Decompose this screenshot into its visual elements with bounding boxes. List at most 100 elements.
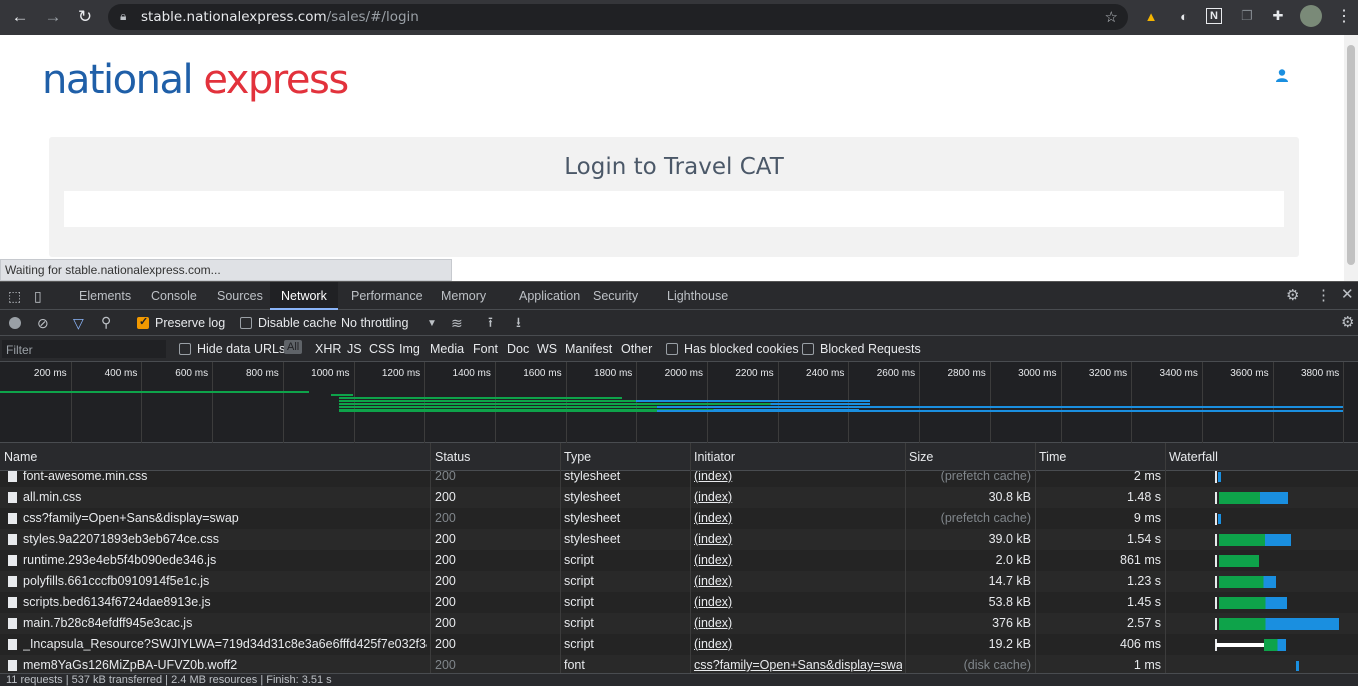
profile-avatar[interactable] — [1300, 5, 1322, 27]
inspect-element-icon[interactable]: ⬚ — [8, 289, 21, 303]
table-row[interactable]: styles.9a22071893eb3eb674ce.css 200 styles… — [0, 529, 1358, 550]
request-initiator[interactable]: (index) — [694, 616, 902, 630]
tab-console[interactable]: Console — [140, 282, 208, 310]
filter-all-button[interactable]: All — [284, 340, 303, 354]
waterfall-bar[interactable] — [1219, 555, 1260, 567]
blocked-requests-checkbox[interactable] — [802, 343, 814, 355]
page-scrollbar[interactable] — [1344, 35, 1358, 281]
request-name[interactable]: font-awesome.min.css — [23, 471, 427, 483]
throttling-select[interactable]: No throttling — [341, 316, 408, 330]
national-express-logo[interactable]: national express — [42, 55, 349, 105]
column-header-status[interactable]: Status — [435, 450, 470, 464]
network-conditions-icon[interactable]: ≋ — [451, 316, 463, 330]
filter-type-media[interactable]: Media — [430, 342, 464, 356]
table-row[interactable]: css?family=Open+Sans&display=swap 200 styl… — [0, 508, 1358, 529]
forward-icon[interactable]: → — [38, 2, 68, 32]
chevron-down-icon[interactable]: ▼ — [427, 317, 437, 331]
copy-extension-icon[interactable]: ❐ — [1237, 6, 1257, 26]
request-initiator[interactable]: (index) — [694, 490, 902, 504]
clear-icon[interactable]: ⊘ — [37, 316, 49, 330]
request-name[interactable]: scripts.bed6134f6724dae8913e.js — [23, 595, 427, 609]
request-initiator[interactable]: (index) — [694, 532, 902, 546]
filter-type-css[interactable]: CSS — [369, 342, 395, 356]
filter-type-other[interactable]: Other — [621, 342, 652, 356]
table-row[interactable]: _Incapsula_Resource?SWJIYLWA=719d34d31c8… — [0, 634, 1358, 655]
column-header-waterfall[interactable]: Waterfall — [1169, 450, 1218, 464]
column-divider[interactable] — [560, 443, 561, 673]
bookmark-star-icon[interactable]: ☆ — [1105, 8, 1118, 26]
import-har-icon[interactable]: ⭱ — [488, 315, 493, 329]
request-name[interactable]: runtime.293e4eb5f4b090ede346.js — [23, 553, 427, 567]
filter-input[interactable]: Filter — [2, 340, 166, 358]
tab-memory[interactable]: Memory — [430, 282, 497, 310]
filter-type-manifest[interactable]: Manifest — [565, 342, 612, 356]
chrome-menu-icon[interactable]: ⋮ — [1334, 6, 1354, 26]
filter-type-font[interactable]: Font — [473, 342, 498, 356]
notion-extension-icon[interactable]: N — [1206, 8, 1222, 24]
column-divider[interactable] — [690, 443, 691, 673]
table-row[interactable]: font-awesome.min.css 200 stylesheet (index)… — [0, 471, 1358, 487]
waterfall-bar[interactable] — [1219, 576, 1277, 588]
extensions-puzzle-icon[interactable]: ✚ — [1268, 6, 1288, 26]
request-name[interactable]: polyfills.661cccfb0910914f5e1c.js — [23, 574, 427, 588]
more-menu-icon[interactable]: ⋮ — [1316, 288, 1331, 303]
filter-type-img[interactable]: Img — [399, 342, 420, 356]
request-initiator[interactable]: (index) — [694, 471, 902, 483]
request-name[interactable]: css?family=Open+Sans&display=swap — [23, 511, 427, 525]
request-initiator[interactable]: css?family=Open+Sans&display=swap — [694, 658, 902, 672]
filter-type-xhr[interactable]: XHR — [315, 342, 341, 356]
back-icon[interactable]: ← — [5, 2, 35, 32]
column-header-time[interactable]: Time — [1039, 450, 1066, 464]
request-initiator[interactable]: (index) — [694, 574, 902, 588]
address-bar[interactable]: 🔒︎ stable.nationalexpress.com/sales/#/lo… — [108, 4, 1128, 30]
column-header-type[interactable]: Type — [564, 450, 591, 464]
tab-performance[interactable]: Performance — [340, 282, 434, 310]
waterfall-bar[interactable] — [1218, 514, 1221, 524]
preserve-log-checkbox[interactable] — [137, 315, 149, 329]
column-divider[interactable] — [1035, 443, 1036, 673]
waterfall-bar[interactable] — [1219, 618, 1340, 630]
request-name[interactable]: styles.9a22071893eb3eb674ce.css — [23, 532, 427, 546]
filter-icon[interactable]: ▽ — [73, 316, 84, 330]
waterfall-bar[interactable] — [1218, 472, 1221, 482]
request-name[interactable]: _Incapsula_Resource?SWJIYLWA=719d34d31c8… — [23, 637, 427, 651]
request-name[interactable]: mem8YaGs126MiZpBA-UFVZ0b.woff2 — [23, 658, 427, 672]
waterfall-bar[interactable] — [1219, 492, 1289, 504]
request-name[interactable]: all.min.css — [23, 490, 427, 504]
column-header-initiator[interactable]: Initiator — [694, 450, 735, 464]
request-initiator[interactable]: (index) — [694, 637, 902, 651]
table-row[interactable]: all.min.css 200 stylesheet (index) 30.8 kB 1.… — [0, 487, 1358, 508]
user-icon[interactable] — [1276, 69, 1288, 86]
column-divider[interactable] — [430, 443, 431, 673]
search-icon[interactable]: ⚲ — [101, 315, 111, 329]
request-initiator[interactable]: (index) — [694, 595, 902, 609]
settings-gear-icon[interactable]: ⚙ — [1286, 288, 1299, 303]
tab-application[interactable]: Application — [508, 282, 591, 310]
network-overview-timeline[interactable]: 200 ms 400 ms 600 ms 800 ms 1000 ms 1200 ms 14… — [0, 362, 1358, 443]
record-icon[interactable] — [9, 317, 21, 329]
column-divider[interactable] — [905, 443, 906, 673]
table-row[interactable]: runtime.293e4eb5f4b090ede346.js 200 script… — [0, 550, 1358, 571]
disable-cache-checkbox[interactable] — [240, 317, 252, 329]
drive-extension-icon[interactable]: ▲ — [1141, 6, 1161, 26]
tab-lighthouse[interactable]: Lighthouse — [656, 282, 739, 310]
hide-data-urls-checkbox[interactable] — [179, 343, 191, 355]
tab-elements[interactable]: Elements — [68, 282, 142, 310]
reload-icon[interactable]: ↻ — [70, 2, 100, 32]
table-row[interactable]: mem8YaGs126MiZpBA-UFVZ0b.woff2 200 font css… — [0, 655, 1358, 673]
filter-type-js[interactable]: JS — [347, 342, 362, 356]
tab-security[interactable]: Security — [582, 282, 649, 310]
waterfall-bar[interactable] — [1219, 534, 1291, 546]
waterfall-bar[interactable] — [1219, 597, 1287, 609]
table-row[interactable]: main.7b28c84efdff945e3cac.js 200 script (in… — [0, 613, 1358, 634]
tab-network[interactable]: Network — [270, 282, 338, 310]
table-row[interactable]: scripts.bed6134f6724dae8913e.js 200 script… — [0, 592, 1358, 613]
column-divider[interactable] — [1165, 443, 1166, 673]
request-initiator[interactable]: (index) — [694, 511, 902, 525]
device-toolbar-icon[interactable]: ▯ — [34, 289, 42, 303]
has-blocked-cookies-checkbox[interactable] — [666, 343, 678, 355]
filter-type-doc[interactable]: Doc — [507, 342, 529, 356]
extension-icon[interactable]: ◐ — [1174, 6, 1194, 26]
tab-sources[interactable]: Sources — [206, 282, 274, 310]
request-initiator[interactable]: (index) — [694, 553, 902, 567]
